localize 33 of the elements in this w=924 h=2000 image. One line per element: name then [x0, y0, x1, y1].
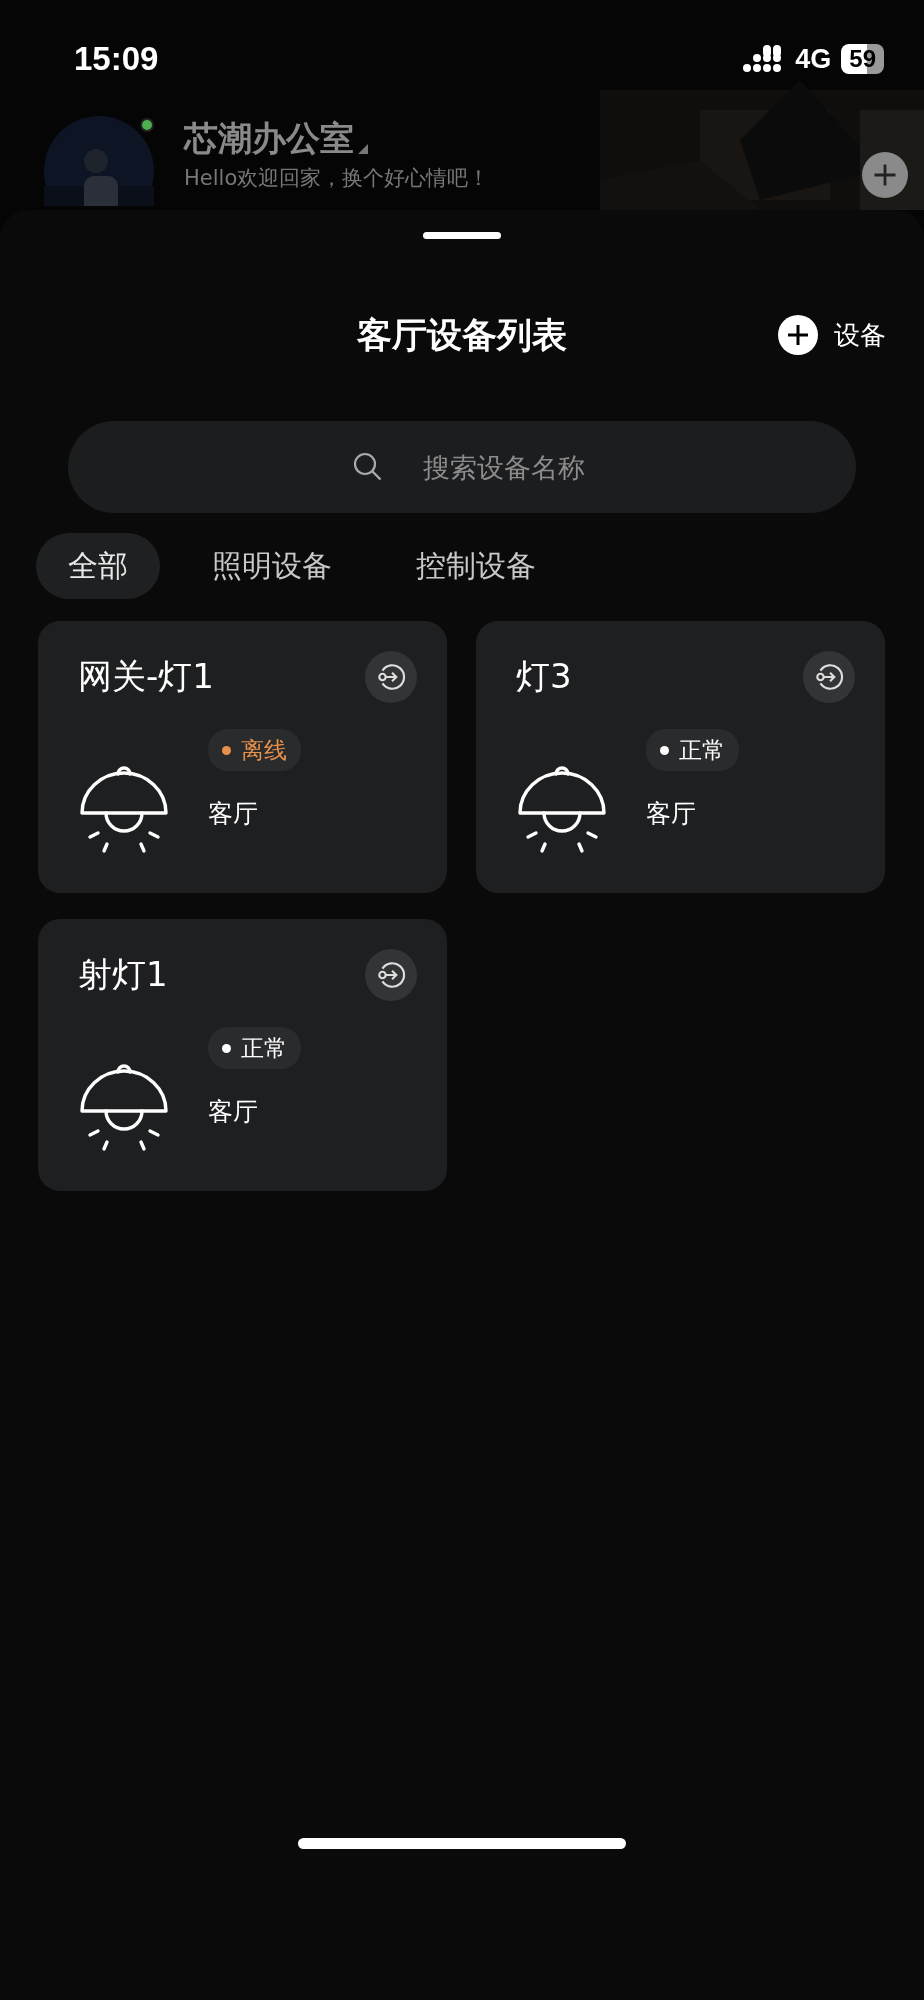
network-label: 4G: [795, 43, 832, 75]
device-card[interactable]: 网关-灯1 离线 客厅: [38, 621, 447, 893]
room-label: 客厅: [208, 1096, 258, 1128]
room-label: 客厅: [646, 798, 696, 830]
enter-icon: [813, 661, 845, 693]
enter-button[interactable]: [365, 949, 417, 1001]
device-card[interactable]: 射灯1 正常 客厅: [38, 919, 447, 1191]
status-tag: 正常: [646, 729, 739, 771]
enter-icon: [375, 959, 407, 991]
plus-circle-icon: [778, 315, 818, 355]
device-name: 网关-灯1: [78, 655, 214, 698]
enter-button[interactable]: [365, 651, 417, 703]
room-label: 客厅: [208, 798, 258, 830]
device-name: 射灯1: [78, 953, 168, 996]
status-time: 15:09: [74, 40, 159, 78]
status-tag: 离线: [208, 729, 301, 771]
device-card[interactable]: 灯3 正常 客厅: [476, 621, 885, 893]
welcome-text: Hello欢迎回家，换个好心情吧！: [184, 165, 490, 192]
enter-icon: [375, 661, 407, 693]
search-icon: [352, 451, 384, 483]
filter-tab[interactable]: 全部: [36, 533, 160, 599]
status-tag: 正常: [208, 1027, 301, 1069]
filter-tab[interactable]: 照明设备: [180, 533, 364, 599]
filter-tab[interactable]: 控制设备: [384, 533, 568, 599]
sheet-title: 客厅设备列表: [357, 313, 567, 357]
battery-level: 59: [841, 44, 884, 74]
home-title[interactable]: 芯潮办公室: [184, 116, 354, 162]
enter-button[interactable]: [803, 651, 855, 703]
dropdown-icon[interactable]: [358, 144, 368, 154]
device-name: 灯3: [516, 655, 572, 698]
search-field[interactable]: 搜索设备名称: [68, 421, 856, 513]
add-device-button[interactable]: 设备: [778, 315, 886, 355]
drag-handle[interactable]: [423, 232, 501, 239]
